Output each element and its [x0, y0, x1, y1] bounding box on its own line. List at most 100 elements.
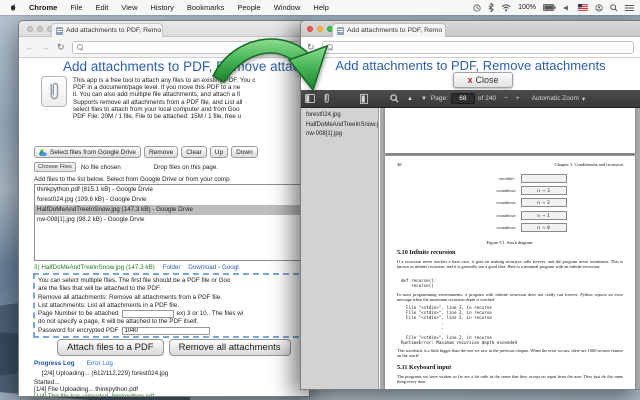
menu-file[interactable]: File: [70, 3, 82, 12]
book-page-number: 48: [397, 162, 402, 167]
address-bar[interactable]: [321, 40, 634, 54]
pdf-viewer-area[interactable]: 48 Chapter 5. Conditionals and recursion…: [380, 108, 640, 389]
notification-center-icon[interactable]: [625, 4, 634, 12]
wifi-icon[interactable]: [501, 3, 511, 12]
log-line: Started...: [34, 379, 60, 386]
add-files-hint: Add files to the list below. Select from…: [34, 176, 230, 183]
menu-status-area: 100%: [473, 3, 640, 12]
clear-button[interactable]: Clear: [181, 146, 207, 158]
zoom-value: Automatic Zoom: [531, 95, 579, 102]
back-icon[interactable]: ←: [25, 42, 34, 52]
menu-people[interactable]: People: [237, 3, 260, 12]
stack-frame: countdown n → 3: [385, 184, 635, 196]
user-menu-icon[interactable]: [595, 3, 603, 12]
tab-favicon: [56, 26, 63, 35]
volume-icon[interactable]: [563, 4, 571, 12]
paperclip-icon: [41, 76, 67, 107]
front-browser-window: Add attachments to PDF, Remo × ↻ Add att…: [300, 20, 640, 390]
page-number-input[interactable]: [121, 310, 174, 319]
page-number-input[interactable]: [450, 93, 475, 104]
search-icon: [76, 44, 83, 50]
attachment-item[interactable]: forest024.jpg: [306, 111, 378, 121]
back-tab[interactable]: Add attachments to PDF, Remo ×: [51, 23, 163, 37]
password-input[interactable]: [121, 326, 210, 335]
intro-line: select files to attach from your local c…: [73, 105, 240, 113]
menu-history[interactable]: History: [151, 3, 174, 12]
forward-icon[interactable]: →: [41, 42, 50, 52]
close-x-icon: x: [467, 75, 473, 85]
instruction-line: List attachments: List all attachments i…: [38, 301, 180, 309]
folder-link[interactable]: Folder: [163, 264, 181, 271]
instruction-line: are the files that will be attached to t…: [38, 285, 161, 293]
down-button[interactable]: Down: [231, 146, 258, 158]
file-list-item[interactable]: thinkpython.pdf (815.1 kB) - Google Drvi…: [35, 185, 307, 195]
selected-file-line: 3) HalfDoMeAndTreeInSnow.jpg (147.3 kB) …: [34, 264, 239, 271]
file-list-item[interactable]: HalfDoMeAndTreeInSnow.jpg (147.3 kB) - G…: [35, 205, 307, 215]
menu-chrome[interactable]: Chrome: [29, 3, 57, 12]
clock-icon[interactable]: [473, 3, 481, 12]
paragraph: This traceback is a little bigger than t…: [397, 348, 623, 359]
close-preview-button[interactable]: x Close: [453, 72, 513, 88]
menu-view[interactable]: View: [121, 3, 137, 12]
instruction-line: Remove all attachments: Remove all attac…: [38, 293, 223, 301]
download-link[interactable]: Download - Googl: [188, 264, 238, 271]
reload-icon[interactable]: ↻: [57, 42, 65, 53]
remove-button[interactable]: Remove: [143, 146, 179, 158]
section-heading: 5.11 Keyboard input: [397, 364, 452, 371]
attach-files-button[interactable]: Attach files to a PDF: [57, 339, 164, 356]
paragraph: The programs we have written so far are …: [397, 374, 623, 385]
find-icon[interactable]: [390, 94, 399, 103]
file-actions-row: Select files from Google Drive Remove Cl…: [34, 146, 258, 158]
menu-help[interactable]: Help: [313, 3, 328, 12]
zoom-in-icon[interactable]: +: [516, 95, 520, 102]
page-view-icon[interactable]: [360, 93, 368, 104]
menu-bookmarks[interactable]: Bookmarks: [187, 3, 225, 12]
front-tab[interactable]: Add attachments to PDF, Remo ×: [332, 23, 446, 37]
choose-files-row: Choose Files No file chosen Drop files o…: [34, 162, 218, 172]
choose-files-button[interactable]: Choose Files: [34, 162, 76, 172]
page-number-hint: ex) 3 or 10.. The files wi: [176, 310, 244, 318]
page-note-line: do not specify a page, It will be attach…: [38, 318, 199, 326]
page-title: Add attachments to PDF, Remove attachmen…: [335, 58, 606, 73]
previous-page-icon[interactable]: ▲: [407, 96, 413, 102]
progress-log-tab[interactable]: Progress Log: [34, 360, 75, 367]
spotlight-search-icon[interactable]: [610, 3, 618, 12]
instructions-box: You can select multiple files. The first…: [33, 273, 309, 338]
back-page-content: Add attachments to PDF, Remove attachmen…: [19, 58, 309, 396]
zoom-select[interactable]: Automatic Zoom ▾: [532, 95, 586, 103]
flag-icon[interactable]: [578, 4, 588, 11]
stack-frame: <module>: [385, 172, 635, 184]
log-tabs: Progress Log Error Log: [34, 360, 113, 367]
bluetooth-icon[interactable]: [488, 3, 494, 12]
page-label: Page:: [430, 95, 448, 102]
attachment-item[interactable]: nw-008[1].jpg: [306, 130, 378, 140]
file-list-item[interactable]: forest024.jpg (109.6 kB) - Google Drvie: [35, 195, 307, 205]
attachment-file-listbox[interactable]: thinkpython.pdf (815.1 kB) - Google Drvi…: [34, 184, 308, 261]
page-total: of 240: [477, 95, 496, 102]
apple-icon[interactable]: [9, 3, 17, 12]
next-page-icon[interactable]: ▼: [421, 96, 427, 102]
up-button[interactable]: Up: [209, 146, 229, 158]
paragraph: If a recursion never reaches a base case…: [397, 259, 623, 270]
pdf-toolbar: ▲ ▼ Page: of 240 − + Automatic Zoom ▾: [301, 90, 640, 108]
menu-edit[interactable]: Edit: [95, 3, 108, 12]
book-page-header: 48 Chapter 5. Conditionals and recursion: [397, 162, 623, 167]
stack-frame: countdown n → 0: [385, 222, 635, 234]
select-drive-button[interactable]: Select files from Google Drive: [34, 146, 141, 158]
pdf-previous-page: [385, 108, 635, 153]
section-heading: 5.10 Infinite recursion: [397, 249, 456, 256]
zoom-out-icon[interactable]: −: [504, 95, 508, 102]
menu-window[interactable]: Window: [274, 3, 301, 12]
front-tab-bar: Add attachments to PDF, Remo ×: [301, 21, 640, 37]
stack-frame: countdown n → 1: [385, 209, 635, 221]
attachment-item[interactable]: HalfDoMeAndTreeInSnow.jpg: [306, 121, 378, 131]
file-list-item[interactable]: nw-008[1].jpg (98.2 kB) - Google Drvie: [35, 215, 307, 225]
close-traffic-light[interactable]: [27, 26, 33, 32]
remove-all-attachments-button[interactable]: Remove all attachments: [168, 339, 291, 356]
error-log-tab[interactable]: Error Log: [87, 360, 113, 367]
log-current-line: [2/4] Uploading... (612/112,229) forest0…: [42, 370, 169, 377]
tab-title: Add attachments to PDF, Remo: [347, 27, 443, 34]
battery-icon[interactable]: [543, 4, 556, 11]
battery-percent: 100%: [518, 4, 536, 11]
minimize-traffic-light[interactable]: [37, 26, 43, 32]
